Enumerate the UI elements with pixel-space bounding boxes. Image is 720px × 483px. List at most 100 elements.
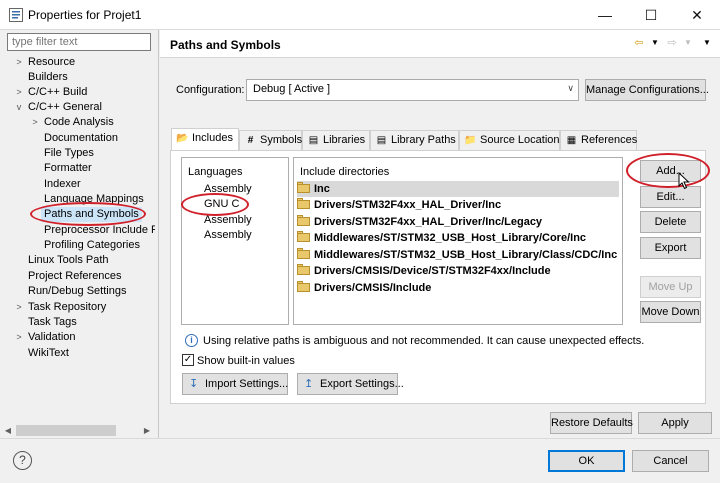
tree-horizontal-scrollbar[interactable]: ◀ ▶ — [0, 422, 155, 439]
property-tree: > Resource Builders > C/C++ Build v C/C++ G… — [0, 53, 155, 408]
forward-dropdown-icon[interactable]: ▼ — [681, 36, 695, 50]
page-title: Paths and Symbols — [170, 38, 281, 52]
show-builtin-label: Show built-in values — [197, 355, 295, 367]
paths-and-symbols-highlight — [30, 202, 146, 226]
page-header: Paths and Symbols ⇦ ▼ ⇨ ▼ ▼ — [160, 30, 720, 58]
forward-arrow-icon[interactable]: ⇨ — [665, 36, 679, 50]
cancel-button[interactable]: Cancel — [632, 450, 709, 472]
tree-item-documentation[interactable]: Documentation — [44, 131, 118, 146]
manage-configurations-button[interactable]: Manage Configurations... — [585, 79, 709, 101]
folder-icon — [297, 215, 311, 226]
export-button[interactable]: Export — [640, 237, 701, 259]
ok-button[interactable]: OK — [548, 450, 625, 472]
scroll-right-icon[interactable]: ▶ — [140, 424, 154, 437]
export-settings-button[interactable]: ↥ Export Settings... — [297, 373, 404, 395]
move-down-button[interactable]: Move Down — [640, 301, 701, 323]
scroll-left-icon[interactable]: ◀ — [1, 424, 15, 437]
languages-header: Languages — [188, 166, 243, 178]
configuration-label: Configuration: — [176, 84, 245, 96]
tree-item-project-references[interactable]: Project References — [28, 269, 122, 284]
chevron-right-icon[interactable]: > — [29, 115, 41, 130]
gnu-c-highlight — [181, 193, 249, 216]
import-icon: ↧ — [189, 378, 199, 390]
restore-defaults-button[interactable]: Restore Defaults — [550, 412, 633, 434]
include-row[interactable]: Inc — [297, 181, 619, 197]
tab-library-paths[interactable]: ▤ Library Paths — [370, 130, 459, 150]
chevron-down-icon[interactable]: v — [13, 100, 25, 115]
tree-item-cpp-build[interactable]: > C/C++ Build — [16, 85, 87, 100]
include-row[interactable]: Drivers/CMSIS/Include — [297, 280, 619, 296]
tree-item-cpp-general[interactable]: v C/C++ General — [17, 100, 102, 115]
tab-references[interactable]: ▦ References — [560, 130, 637, 150]
delete-button[interactable]: Delete — [640, 211, 701, 233]
window-title: Properties for Projet1 — [28, 8, 142, 22]
tree-item-task-repository[interactable]: > Task Repository — [16, 300, 106, 315]
include-row[interactable]: Middlewares/ST/STM32_USB_Host_Library/Co… — [297, 230, 619, 246]
properties-app-icon — [9, 8, 23, 22]
include-row[interactable]: Middlewares/ST/STM32_USB_Host_Library/Cl… — [297, 247, 619, 263]
apply-button[interactable]: Apply — [638, 412, 712, 434]
references-icon: ▦ — [566, 135, 577, 146]
tree-item-builders[interactable]: Builders — [28, 70, 68, 85]
maximize-button[interactable]: ☐ — [628, 0, 674, 30]
tree-item-file-types[interactable]: File Types — [44, 146, 94, 161]
languages-list[interactable]: Languages Assembly GNU C Assembly Assemb… — [181, 157, 289, 325]
tree-item-linux-tools[interactable]: Linux Tools Path — [28, 253, 109, 268]
tree-item-resource[interactable]: > Resource — [16, 55, 75, 70]
source-folder-icon: 📁 — [464, 135, 477, 146]
tree-item-validation[interactable]: > Validation — [16, 330, 75, 345]
folder-icon — [297, 264, 311, 275]
chevron-right-icon[interactable]: > — [13, 55, 25, 70]
language-item[interactable]: Assembly — [204, 229, 252, 241]
tree-item-profiling[interactable]: Profiling Categories — [44, 238, 140, 253]
folder-icon — [297, 231, 311, 242]
back-dropdown-icon[interactable]: ▼ — [648, 36, 662, 50]
tab-symbols[interactable]: # Symbols — [239, 130, 302, 150]
configuration-value: Debug [ Active ] — [253, 83, 331, 95]
include-directories-header: Include directories — [300, 166, 390, 178]
folder-icon — [297, 281, 311, 292]
move-up-button[interactable]: Move Up — [640, 276, 701, 298]
info-icon: i — [185, 334, 198, 347]
tab-source-location[interactable]: 📁 Source Location — [459, 130, 560, 150]
include-row[interactable]: Drivers/STM32F4xx_HAL_Driver/Inc/Legacy — [297, 214, 619, 230]
show-builtin-checkbox[interactable]: ✓ — [182, 354, 194, 366]
tree-item-wikitext[interactable]: WikiText — [28, 346, 69, 361]
export-icon: ↥ — [304, 378, 314, 390]
includes-folder-icon: 📂 — [176, 133, 189, 144]
minimize-button[interactable]: — — [582, 0, 628, 30]
tab-includes[interactable]: 📂 Includes — [171, 128, 239, 151]
folder-icon — [297, 182, 311, 193]
tree-item-formatter[interactable]: Formatter — [44, 161, 92, 176]
tree-item-task-tags[interactable]: Task Tags — [28, 315, 77, 330]
folder-icon — [297, 198, 311, 209]
help-icon[interactable]: ? — [13, 451, 32, 470]
library-icon: ▤ — [308, 135, 319, 146]
configuration-select[interactable]: Debug [ Active ] ∨ — [246, 79, 579, 101]
add-button-highlight — [626, 153, 710, 188]
close-button[interactable]: ✕ — [674, 0, 720, 30]
edit-button[interactable]: Edit... — [640, 186, 701, 208]
panel-divider[interactable] — [158, 30, 159, 438]
tab-libraries[interactable]: ▤ Libraries — [302, 130, 370, 150]
tree-item-indexer[interactable]: Indexer — [44, 177, 81, 192]
library-path-icon: ▤ — [376, 135, 387, 146]
title-bar: Properties for Projet1 — ☐ ✕ — [0, 0, 720, 30]
view-menu-icon[interactable]: ▼ — [700, 36, 714, 50]
scroll-thumb[interactable] — [16, 425, 116, 436]
tree-item-run-debug[interactable]: Run/Debug Settings — [28, 284, 126, 299]
tree-item-code-analysis[interactable]: > Code Analysis — [32, 115, 113, 130]
folder-icon — [297, 248, 311, 259]
chevron-down-icon: ∨ — [567, 83, 574, 93]
chevron-right-icon[interactable]: > — [13, 85, 25, 100]
hash-icon: # — [247, 135, 254, 146]
chevron-right-icon[interactable]: > — [13, 300, 25, 315]
include-row[interactable]: Drivers/STM32F4xx_HAL_Driver/Inc — [297, 197, 619, 213]
filter-input[interactable] — [7, 33, 151, 51]
back-arrow-icon[interactable]: ⇦ — [632, 36, 646, 50]
relative-paths-info: Using relative paths is ambiguous and no… — [203, 335, 645, 347]
chevron-right-icon[interactable]: > — [13, 330, 25, 345]
include-row[interactable]: Drivers/CMSIS/Device/ST/STM32F4xx/Includ… — [297, 263, 619, 279]
import-settings-button[interactable]: ↧ Import Settings... — [182, 373, 288, 395]
include-directories-list[interactable]: Include directories Inc Drivers/STM32F4x… — [293, 157, 623, 325]
